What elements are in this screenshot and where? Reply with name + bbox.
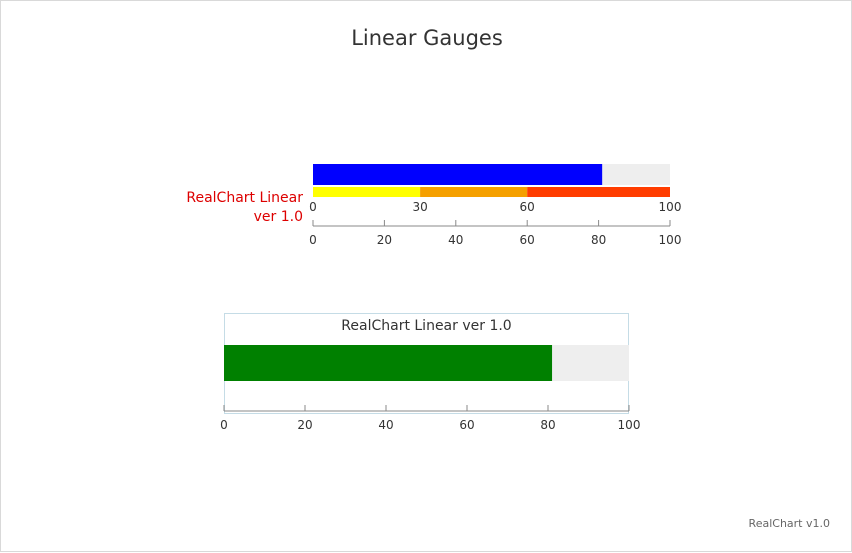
gauge-1-axis-tick-label-3: 60 [520, 233, 535, 247]
gauge-2-axis-tick-label-0: 0 [220, 418, 228, 432]
gauge-2-axis-tick-label-1: 20 [297, 418, 312, 432]
gauge-2-title: RealChart Linear ver 1.0 [341, 318, 511, 334]
gauge-1-label-line-2: ver 1.0 [254, 209, 303, 225]
gauge-1-band-label-1: 30 [412, 200, 427, 214]
chart-frame: Linear Gauges RealChart v1.0 0 30 60 100 Rea… [0, 0, 852, 552]
gauge-1-band-label-3: 100 [659, 200, 682, 214]
gauge-1-axis-tick-label-5: 100 [659, 233, 682, 247]
gauge-1-band-0 [313, 187, 421, 197]
gauge-1-band-2 [527, 187, 670, 197]
gauge-1-band-label-2: 60 [520, 200, 535, 214]
gauge-2-value-bar [224, 345, 553, 381]
chart-title: Linear Gauges [351, 26, 503, 50]
gauge-1-axis-tick-label-2: 40 [448, 233, 463, 247]
credits-label[interactable]: RealChart v1.0 [749, 517, 830, 530]
linear-gauges-chart: Linear Gauges RealChart v1.0 0 30 60 100Rea… [186, 26, 830, 530]
gauge-1-value-bar [313, 164, 603, 185]
gauge-2-axis-tick-label-2: 40 [378, 418, 393, 432]
gauge-1-axis-tick-label-4: 80 [591, 233, 606, 247]
gauge-2-axis-tick-label-4: 80 [540, 418, 555, 432]
gauge-1-axis-tick-label-1: 20 [377, 233, 392, 247]
gauge-2: RealChart Linear ver 1.0 0 20 40 60 80 100 [220, 313, 641, 432]
gauge-2-axis-tick-label-3: 60 [459, 418, 474, 432]
gauge-1: 0 30 60 100 RealChart Linear ver 1.0 0 20 40 60 80… [186, 164, 681, 247]
gauge-1-band-label-0: 0 [309, 200, 317, 214]
gauge-2-axis-tick-label-5: 100 [618, 418, 641, 432]
gauge-1-band-1 [420, 187, 528, 197]
gauge-1-label-line-1: RealChart Linear [186, 190, 303, 206]
gauge-1-axis-tick-label-0: 0 [309, 233, 317, 247]
